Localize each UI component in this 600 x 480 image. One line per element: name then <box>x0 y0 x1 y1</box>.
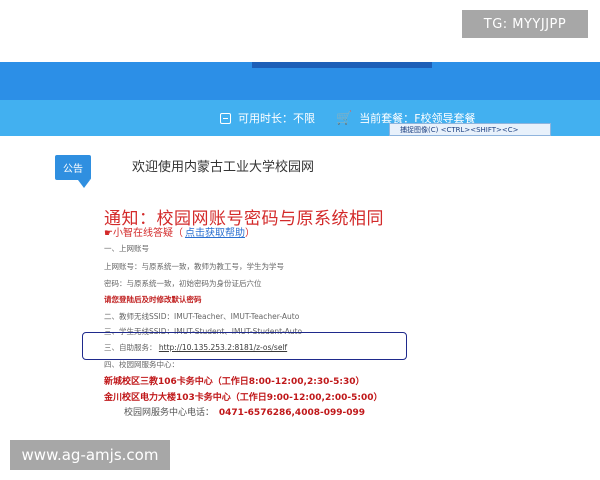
help-hint: ☛小智在线答疑（ 点击获取帮助 ） <box>104 224 255 239</box>
hotline-line: 校园网服务中心电话： 0471-6576286,4008-099-099 <box>124 405 365 418</box>
hotline-number: 0471-6576286,4008-099-099 <box>218 408 366 418</box>
notice-badge-label: 公告 <box>63 164 83 175</box>
notice-badge: 公告 <box>55 155 91 188</box>
active-tab-indicator <box>252 62 432 68</box>
password-info: 密码：与原系统一致，初始密码为身份证后六位 <box>104 279 262 288</box>
welcome-text: 欢迎使用内蒙古工业大学校园网 <box>132 160 315 175</box>
ssid-teacher: 二、教师无线SSID：IMUT-Teacher、IMUT-Teacher-Aut… <box>104 312 300 321</box>
watermark-bottom: www.ag-amjs.com <box>10 440 170 470</box>
calendar-icon <box>220 112 231 124</box>
password-warning: 请您登陆后及时修改默认密码 <box>104 295 202 304</box>
account-info: 上网账号：与原系统一致，教师为教工号，学生为学号 <box>104 262 284 271</box>
hint-suffix: ） <box>244 228 255 239</box>
duration-label: 可用时长： <box>238 112 293 125</box>
service-center-heading: 四、校园网服务中心： <box>104 360 179 369</box>
duration-item: 可用时长： 不限 <box>220 108 315 128</box>
duration-value: 不限 <box>293 112 315 125</box>
campus-new-city: 新城校区三教106卡务中心（工作日8:00-12:00,2:30-5:30） <box>104 377 365 387</box>
hotline-label: 校园网服务中心电话： <box>124 408 215 418</box>
help-link[interactable]: 点击获取帮助 <box>185 224 245 239</box>
cart-icon: 🛒 <box>336 110 353 126</box>
campus-jinchuan: 金川校区电力大楼103卡务中心（工作日9:00-12:00,2:00-5:00） <box>104 393 383 403</box>
watermark-top: TG: MYYJJPP <box>462 10 588 38</box>
hint-prefix: ☛小智在线答疑（ <box>104 228 183 239</box>
capture-tooltip: 捕捉图像(C) <CTRL><SHIFT><C> <box>389 123 551 136</box>
account-heading: 一、上网账号 <box>104 244 149 253</box>
highlight-box <box>82 332 407 360</box>
